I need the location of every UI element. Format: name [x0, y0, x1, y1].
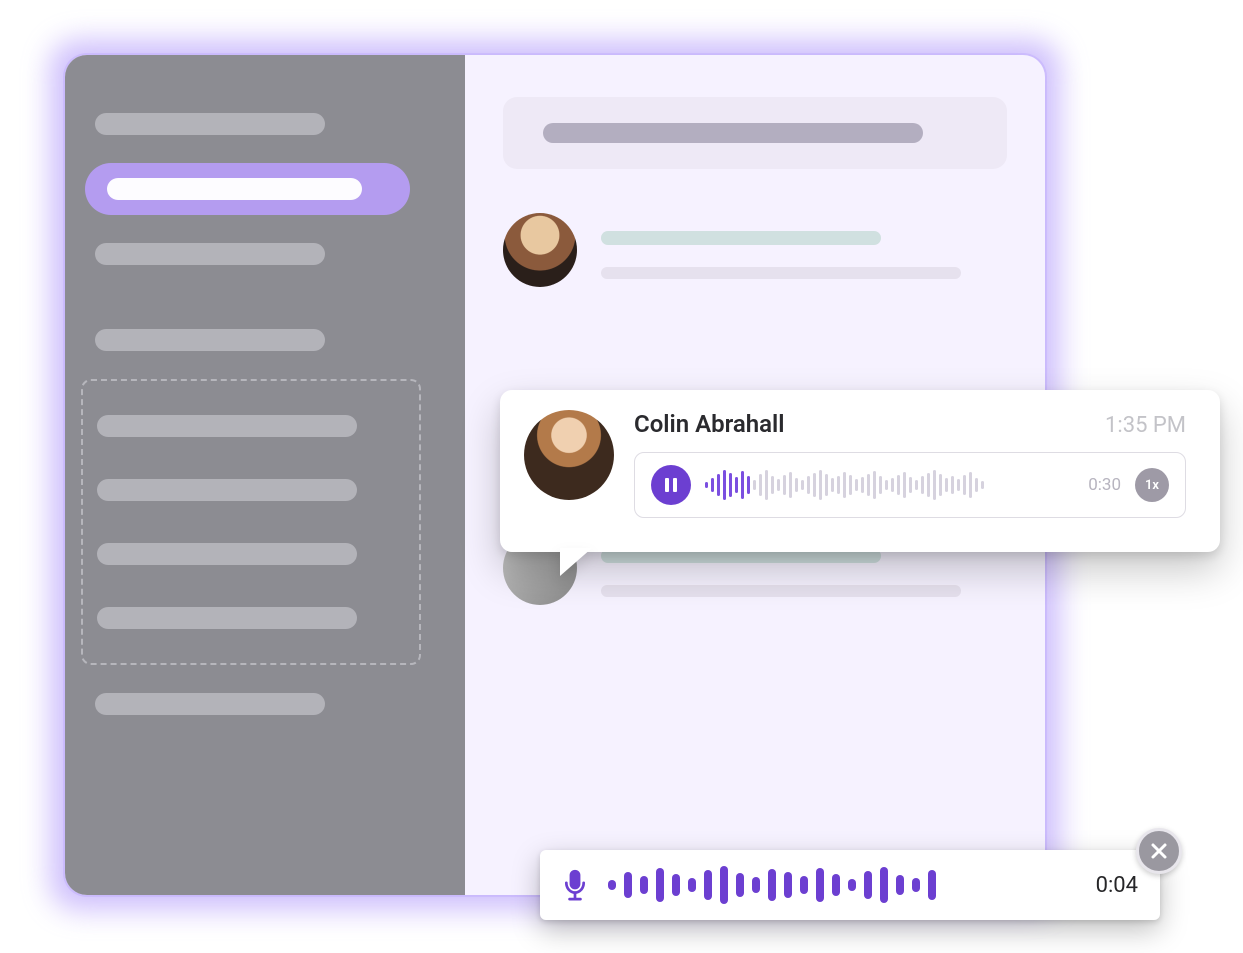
sidebar-item[interactable] — [97, 607, 357, 629]
audio-waveform[interactable] — [705, 467, 1074, 503]
microphone-icon[interactable] — [562, 867, 588, 903]
sidebar-item[interactable] — [97, 543, 357, 565]
pause-button[interactable] — [651, 465, 691, 505]
close-icon — [1149, 841, 1169, 861]
channel-header — [503, 97, 1007, 169]
message-row — [503, 213, 1007, 287]
sidebar-item[interactable] — [95, 693, 325, 715]
sidebar — [65, 55, 465, 895]
voice-message-card: Colin Abrahall 1:35 PM 0:30 1x — [500, 390, 1220, 552]
playback-speed-button[interactable]: 1x — [1135, 468, 1169, 502]
close-recording-button[interactable] — [1136, 828, 1182, 874]
sidebar-item[interactable] — [97, 479, 357, 501]
sidebar-item[interactable] — [97, 415, 357, 437]
message-body — [601, 213, 1007, 279]
message-timestamp: 1:35 PM — [1105, 413, 1186, 438]
sidebar-item[interactable] — [95, 243, 325, 265]
sidebar-item-active-inner — [107, 178, 362, 200]
sidebar-item[interactable] — [95, 113, 325, 135]
audio-duration: 0:30 — [1088, 475, 1121, 495]
sidebar-group — [81, 379, 421, 665]
message-line-placeholder — [601, 231, 881, 245]
channel-title-placeholder — [543, 123, 923, 143]
audio-player: 0:30 1x — [634, 452, 1186, 518]
recording-bar: 0:04 — [540, 850, 1160, 920]
pause-icon — [665, 478, 677, 492]
message-line-placeholder — [601, 585, 961, 597]
avatar[interactable] — [524, 410, 614, 500]
message-line-placeholder — [601, 267, 961, 279]
sidebar-item[interactable] — [95, 329, 325, 351]
sidebar-item-active[interactable] — [85, 163, 410, 215]
recording-waveform — [608, 865, 1076, 905]
recording-elapsed: 0:04 — [1096, 873, 1138, 898]
sender-name: Colin Abrahall — [634, 410, 785, 438]
avatar[interactable] — [503, 213, 577, 287]
